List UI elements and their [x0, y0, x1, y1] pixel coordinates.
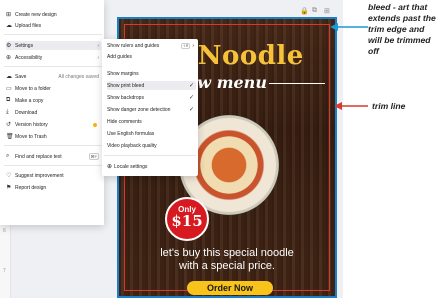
menu-label: Add guides [107, 53, 133, 60]
menu-label: Move to a folder [15, 85, 51, 92]
globe-icon: ⊕ [107, 164, 113, 170]
menu-show-backdrops[interactable]: Show backdrops ✓ [107, 93, 196, 102]
add-page-icon[interactable]: ⊞ [324, 7, 330, 15]
menu-hide-comments[interactable]: Hide comments [107, 117, 196, 126]
menu-show-print-bleed[interactable]: Show print bleed ✓ [107, 81, 196, 90]
menu-label: Show backdrops [107, 94, 144, 101]
menu-english-formulas[interactable]: Use English formulas [107, 129, 196, 138]
check-icon: ✓ [188, 95, 194, 101]
menu-save[interactable]: ☁ Save All changes saved [6, 72, 101, 81]
chevron-right-icon: › [192, 42, 194, 49]
menu-label: Show danger zone detection [107, 106, 171, 113]
menu-show-danger-zone[interactable]: Show danger zone detection ✓ [107, 105, 196, 114]
subtitle-rule-right [269, 83, 325, 84]
menu-label: Find and replace text [15, 153, 62, 160]
menu-label: Locale settings [114, 163, 148, 170]
check-icon: ✓ [188, 83, 194, 89]
lightbulb-icon: ♡ [6, 173, 12, 179]
copy-icon: ⧉ [6, 97, 11, 103]
divider [104, 155, 196, 156]
save-status: All changes saved [58, 73, 99, 80]
menu-show-margins[interactable]: Show margins [107, 69, 196, 78]
menu-upload-files[interactable]: ☁ Upload files [6, 21, 101, 30]
bleed-arrow [330, 23, 368, 31]
chevron-right-icon: › [97, 42, 99, 49]
trim-arrow [334, 102, 368, 110]
menu-make-copy[interactable]: ⧉ Make a copy [6, 96, 101, 105]
history-icon: ↺ [6, 122, 12, 128]
menu-label: Video playback quality [107, 142, 157, 149]
menu-label: Upload files [15, 22, 42, 29]
menu-download[interactable]: ⤓ Download [6, 108, 101, 117]
download-icon: ⤓ [6, 109, 9, 115]
flag-icon: ⚑ [6, 185, 12, 191]
menu-show-rulers[interactable]: Show rulers and guides ⇧R › [107, 41, 196, 50]
menu-label: Report design [15, 184, 47, 191]
badge-price: $15 [171, 212, 203, 230]
menu-label: Move to Trash [15, 133, 47, 140]
chevron-right-icon: › [97, 54, 99, 61]
menu-create-new-design[interactable]: ⊞ Create new design [6, 10, 101, 19]
file-menu: ⊞ Create new design ☁ Upload files ⚙ Set… [0, 0, 104, 225]
search-icon: ⌕ [6, 153, 10, 159]
divider [4, 66, 102, 67]
menu-video-quality[interactable]: Video playback quality [107, 141, 196, 150]
trim-annotation: trim line [372, 101, 406, 111]
order-now-button[interactable]: Order Now [187, 281, 273, 295]
menu-label: Show print bleed [107, 82, 145, 89]
design-blurb[interactable]: let's buy this special noodle with a spe… [119, 247, 335, 273]
gear-icon: ⚙ [6, 43, 12, 49]
divider [4, 34, 102, 35]
folder-icon: ▭ [6, 86, 12, 92]
divider [4, 145, 102, 146]
rulers-shortcut: ⇧R › [180, 42, 194, 49]
plus-square-icon: ⊞ [6, 12, 12, 18]
menu-locale-settings[interactable]: ⊕ Locale settings [107, 162, 196, 171]
menu-move-to-folder[interactable]: ▭ Move to a folder [6, 84, 101, 93]
menu-label: Make a copy [15, 97, 44, 104]
menu-label: Save [15, 73, 27, 80]
menu-move-to-trash[interactable]: 🗑 Move to Trash [6, 132, 101, 141]
menu-label: Version history [15, 121, 48, 128]
menu-label: Show rulers and guides [107, 42, 160, 49]
menu-version-history[interactable]: ↺ Version history [6, 120, 101, 129]
price-badge[interactable]: Only $15 [165, 197, 209, 241]
check-icon: ✓ [188, 107, 194, 113]
menu-label: Use English formulas [107, 130, 155, 137]
shortcut-key: ⇧R [180, 42, 191, 49]
settings-submenu: Show rulers and guides ⇧R › Add guides S… [102, 39, 198, 176]
blurb-line-2: with a special price. [179, 260, 275, 272]
menu-label: Suggest improvement [15, 172, 64, 179]
upload-icon: ☁ [6, 23, 12, 29]
menu-label: Settings [15, 42, 34, 49]
menu-settings[interactable]: ⚙ Settings › [6, 41, 101, 50]
trash-icon: 🗑 [6, 134, 14, 140]
blurb-line-1: let's buy this special noodle [160, 247, 294, 259]
menu-find-replace[interactable]: ⌕ Find and replace text ⌘F [6, 152, 101, 161]
menu-label: Accessibility [15, 54, 43, 61]
menu-report-design[interactable]: ⚑ Report design [6, 183, 101, 192]
ruler-tick: 7 [3, 268, 6, 274]
cloud-icon: ☁ [6, 74, 12, 80]
menu-label: Show margins [107, 70, 139, 77]
menu-label: Hide comments [107, 118, 142, 125]
menu-label: Download [15, 109, 38, 116]
lock-icon[interactable]: 🔒 [300, 7, 309, 15]
menu-suggest-improvement[interactable]: ♡ Suggest improvement [6, 171, 101, 180]
bleed-annotation: bleed - art that extends past the trim e… [368, 2, 436, 56]
menu-accessibility[interactable]: ⊕ Accessibility › [6, 53, 101, 62]
ruler-tick: 6 [3, 228, 6, 234]
duplicate-page-icon[interactable]: ⧉ [312, 7, 317, 15]
divider [4, 165, 102, 166]
accessibility-icon: ⊕ [6, 55, 12, 61]
shortcut-hint: ⌘F [88, 153, 99, 160]
menu-add-guides[interactable]: Add guides [107, 52, 196, 61]
premium-badge-icon [93, 122, 97, 127]
menu-label: Create new design [15, 11, 57, 18]
